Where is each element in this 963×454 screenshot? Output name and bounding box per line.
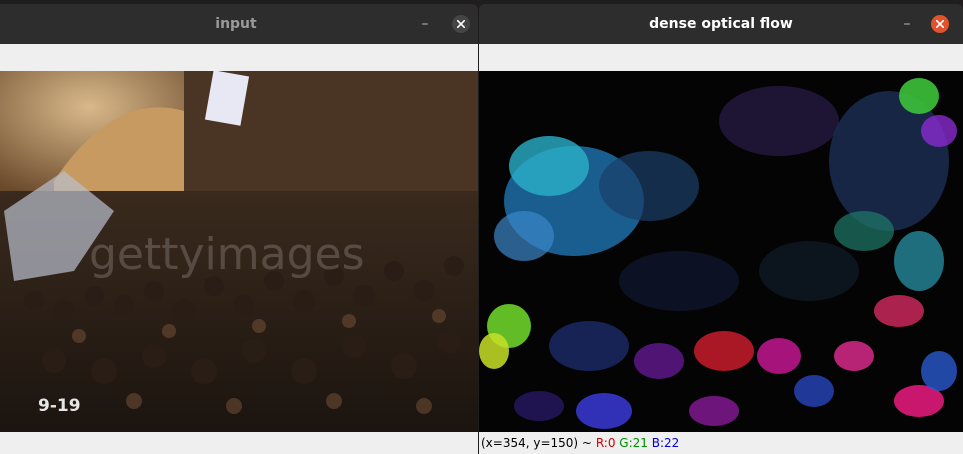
window-title: input [215, 16, 257, 32]
status-red: R:0 [595, 436, 616, 450]
flow-window: dense optical flow – (x=354, y=150) ~ R:… [479, 4, 963, 454]
input-toolbar [0, 44, 478, 71]
flow-toolbar [479, 44, 963, 71]
window-title: dense optical flow [649, 16, 793, 32]
close-icon [457, 20, 465, 28]
input-window-titlebar[interactable]: input – [0, 4, 478, 44]
input-window: input – gettyimages 9-19 [0, 4, 478, 454]
input-statusbar [0, 432, 478, 454]
minimize-button[interactable]: – [417, 16, 433, 32]
optical-flow-image [479, 71, 963, 432]
close-icon [936, 20, 944, 28]
status-coords: (x=354, y=150) ~ [481, 436, 592, 450]
input-video-frame[interactable]: gettyimages 9-19 [0, 71, 478, 432]
flow-statusbar: (x=354, y=150) ~ R:0 G:21 B:22 [479, 432, 963, 454]
status-blue: B:22 [651, 436, 680, 450]
status-green: G:21 [619, 436, 648, 450]
close-button[interactable] [931, 15, 949, 33]
flow-visualization[interactable] [479, 71, 963, 432]
watermark-text: gettyimages [89, 229, 365, 280]
close-button[interactable] [452, 15, 470, 33]
frame-label: 9-19 [38, 396, 81, 416]
minimize-button[interactable]: – [899, 16, 915, 32]
crowd-image: gettyimages 9-19 [0, 71, 478, 432]
flow-window-titlebar[interactable]: dense optical flow – [479, 4, 963, 44]
